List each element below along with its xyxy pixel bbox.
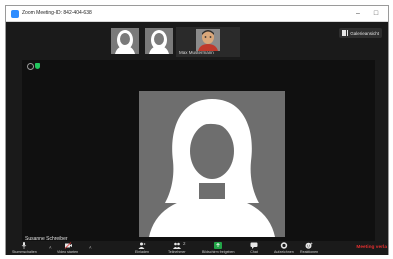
self-name-label: Max Mustermann [179,50,214,55]
zoom-app-icon [11,10,19,18]
title-bar: Zoom Meeting-ID: 842-404-638 – □ [6,6,388,22]
invite-icon [138,242,146,249]
share-screen-icon [214,242,223,249]
participant-count: 2 [183,241,186,246]
chevron-up-icon[interactable]: ˄ [49,245,52,250]
gallery-view-button[interactable]: Galerieansicht [339,28,382,38]
window-title: Zoom Meeting-ID: 842-404-638 [22,10,92,16]
meeting-content: Max Mustermann Galerieansicht Susanne Sc… [6,22,388,243]
invite-label: Einladen [135,249,149,254]
active-speaker-video [139,91,285,237]
video-off-icon [64,242,72,249]
gallery-view-label: Galerieansicht [350,30,379,36]
shield-icon[interactable] [35,63,40,69]
share-screen-button[interactable]: Bildschirm freigeben [202,242,235,254]
avatar-placeholder-icon [111,28,139,54]
chevron-up-icon[interactable]: ˄ [89,245,92,250]
record-icon [280,242,288,249]
self-video-thumbnail[interactable]: Max Mustermann [176,27,240,57]
participant-thumbnail[interactable] [145,28,173,54]
participants-label: Teilnehmer [168,249,186,254]
share-screen-label: Bildschirm freigeben [202,249,235,254]
grid-icon [342,30,349,36]
maximize-button[interactable]: □ [368,7,384,20]
reactions-label: Reaktionen [300,249,319,254]
record-label: Aufzeichnen [274,249,294,254]
info-icon[interactable] [27,63,34,70]
record-button[interactable]: Aufzeichnen [274,242,294,254]
start-video-label: Video starten [57,249,79,254]
avatar-placeholder-icon [139,91,285,237]
chat-label: Chat [250,249,258,254]
participants-icon [172,242,181,249]
invite-button[interactable]: Einladen [135,242,149,254]
avatar-placeholder-icon [145,28,173,54]
mute-button[interactable]: Stummschalten [12,242,37,254]
chat-icon [250,242,258,249]
chat-button[interactable]: Chat [250,242,258,254]
minimize-button[interactable]: – [350,7,366,20]
active-speaker-view: Susanne Schreiber [22,60,375,243]
meeting-toolbar: Stummschalten ˄ Video starten ˄ Einladen [6,241,388,255]
reactions-icon [305,242,313,249]
zoom-window: Zoom Meeting-ID: 842-404-638 – □ Max Mus… [5,5,389,255]
end-meeting-button[interactable]: Meeting verla [356,245,387,250]
mute-label: Stummschalten [12,249,37,254]
microphone-icon [22,242,27,249]
participant-thumbnail[interactable] [111,28,139,54]
reactions-button[interactable]: Reaktionen [300,242,318,254]
start-video-button[interactable]: Video starten [57,242,78,254]
